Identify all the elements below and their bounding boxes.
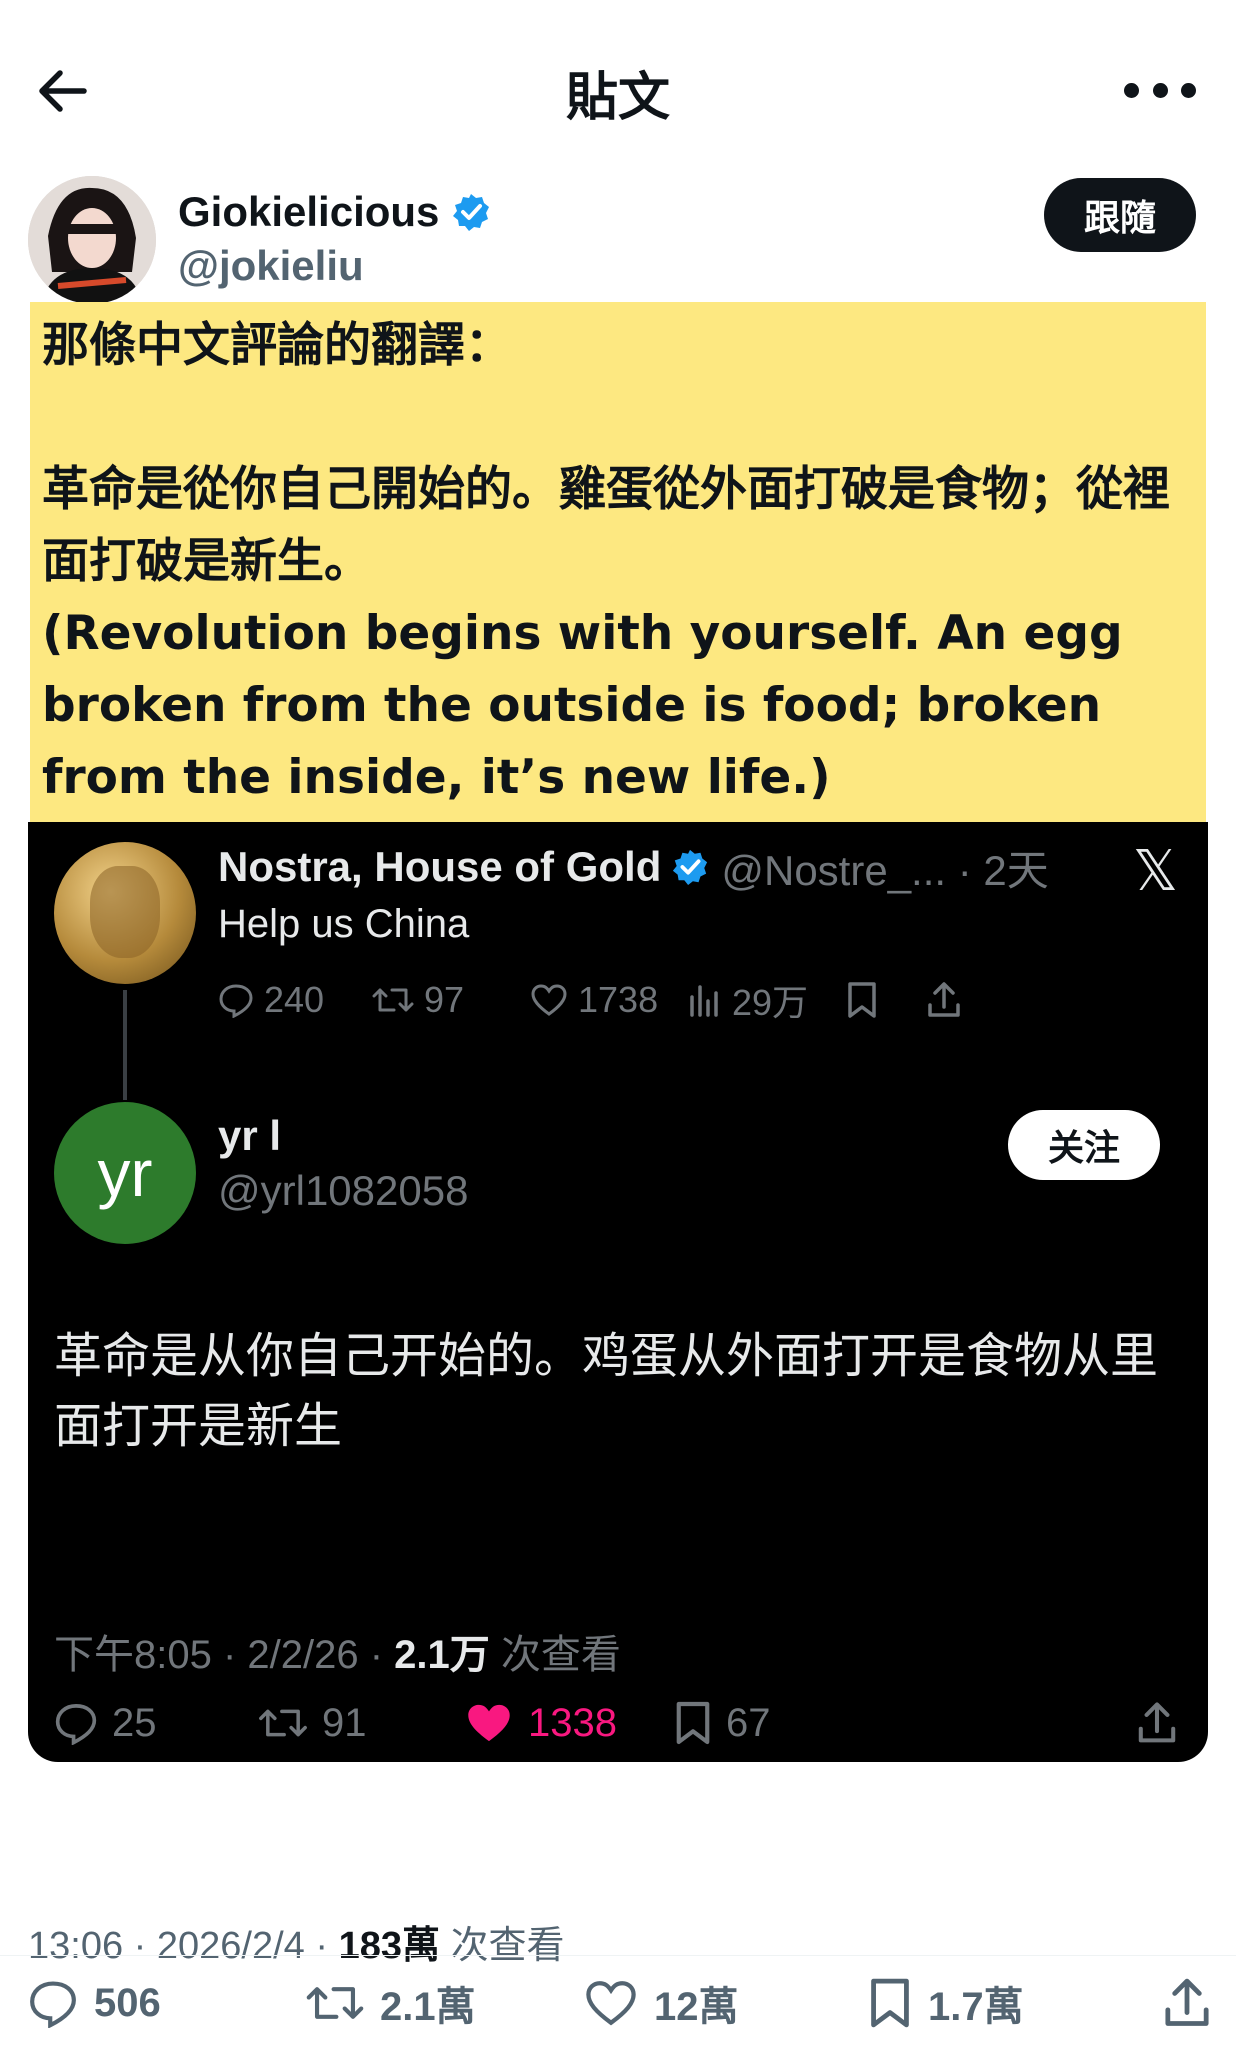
quoted-actions: 240 97 1738 29万	[218, 970, 1184, 1030]
quoted-name: Nostra, House of Gold	[218, 843, 662, 890]
reply-bookmark-action: 67	[674, 1700, 934, 1746]
reply-share-action	[1136, 1701, 1178, 1745]
bookmark-icon	[871, 1978, 909, 2028]
quoted-reply-action: 240	[218, 979, 372, 1021]
reply-actions: 25 91 1338 67	[54, 1690, 1178, 1756]
share-button[interactable]	[1162, 1977, 1212, 2029]
like-button[interactable]: 12萬	[584, 1974, 868, 2032]
repost-icon	[306, 1987, 364, 2019]
more-options-button[interactable]	[1124, 70, 1196, 110]
share-icon	[1165, 1978, 1209, 2026]
post-action-bar: 506 2.1萬 12萬 1.7萬	[28, 1968, 1212, 2038]
quoted-repost-action: 97	[372, 979, 530, 1021]
reply-avatar: yr	[54, 1102, 196, 1244]
reply-name: yr l	[218, 1112, 282, 1159]
more-horizontal-icon	[1124, 82, 1139, 98]
reply-timestamp: 下午8:05 · 2/2/26 · 2.1万 次查看	[54, 1633, 621, 1677]
views-chart-icon	[690, 985, 718, 1017]
quoted-text: Help us China	[218, 902, 470, 946]
reply-handle: @yrl1082058	[218, 1167, 469, 1214]
author-handle[interactable]: @jokieliu	[178, 242, 364, 290]
heart-filled-icon	[468, 1704, 510, 1742]
divider	[0, 1955, 1236, 1956]
author-name[interactable]: Giokielicious	[178, 188, 491, 236]
verified-badge-icon	[453, 194, 490, 231]
bookmark-icon	[848, 982, 876, 1018]
reply-reply-action: 25	[54, 1701, 258, 1746]
translation-note: 那條中文評論的翻譯： 革命是從你自己開始的。雞蛋從外面打破是食物；從裡面打破是新…	[30, 302, 1206, 822]
reply-text: 革命是从你自己开始的。鸡蛋从外面打开是食物从里面打开是新生	[54, 1330, 1159, 1453]
quoted-share-action	[926, 981, 962, 1019]
quoted-like-action: 1738	[530, 979, 688, 1021]
heart-icon	[531, 984, 567, 1016]
page-title: 貼文	[565, 69, 670, 127]
reply-repost-action: 91	[258, 1701, 464, 1746]
top-bar: 貼文	[0, 0, 1236, 180]
reply-icon	[30, 1981, 76, 2028]
quoted-header: Nostra, House of Gold @Nostre_... · 2天	[218, 836, 1178, 898]
heart-icon	[586, 1981, 636, 2026]
share-icon	[928, 982, 960, 1017]
reply-like-action: 1338	[464, 1701, 674, 1746]
verified-badge-icon	[673, 849, 708, 886]
x-logo-icon: 𝕏	[1132, 839, 1178, 902]
quoted-bookmark-action	[846, 981, 926, 1019]
embedded-screenshot[interactable]: Nostra, House of Gold @Nostre_... · 2天 𝕏…	[28, 822, 1208, 1762]
reply-icon	[219, 984, 253, 1018]
quoted-handle-time: @Nostre_... · 2天	[721, 846, 1049, 894]
bookmark-button[interactable]: 1.7萬	[868, 1974, 1148, 2032]
follow-button[interactable]: 跟隨	[1044, 178, 1196, 252]
quoted-avatar	[54, 842, 196, 984]
reply-icon	[55, 1704, 97, 1745]
reply-button[interactable]: 506	[28, 1978, 306, 2028]
repost-button[interactable]: 2.1萬	[306, 1974, 584, 2032]
quoted-views-action: 29万	[688, 974, 846, 1026]
repost-icon	[372, 988, 414, 1012]
share-icon	[1138, 1702, 1176, 1743]
author-avatar[interactable]	[28, 176, 156, 304]
note-text: 那條中文評論的翻譯： 革命是從你自己開始的。雞蛋從外面打破是食物；從裡面打破是新…	[42, 318, 1170, 805]
reply-follow-button: 关注	[1008, 1110, 1160, 1180]
bookmark-icon	[676, 1701, 710, 1745]
post-timestamp: 13:06 · 2026/2/4 · 183萬 次查看	[28, 1925, 565, 1967]
repost-icon	[259, 1709, 307, 1737]
thread-line	[123, 990, 127, 1100]
